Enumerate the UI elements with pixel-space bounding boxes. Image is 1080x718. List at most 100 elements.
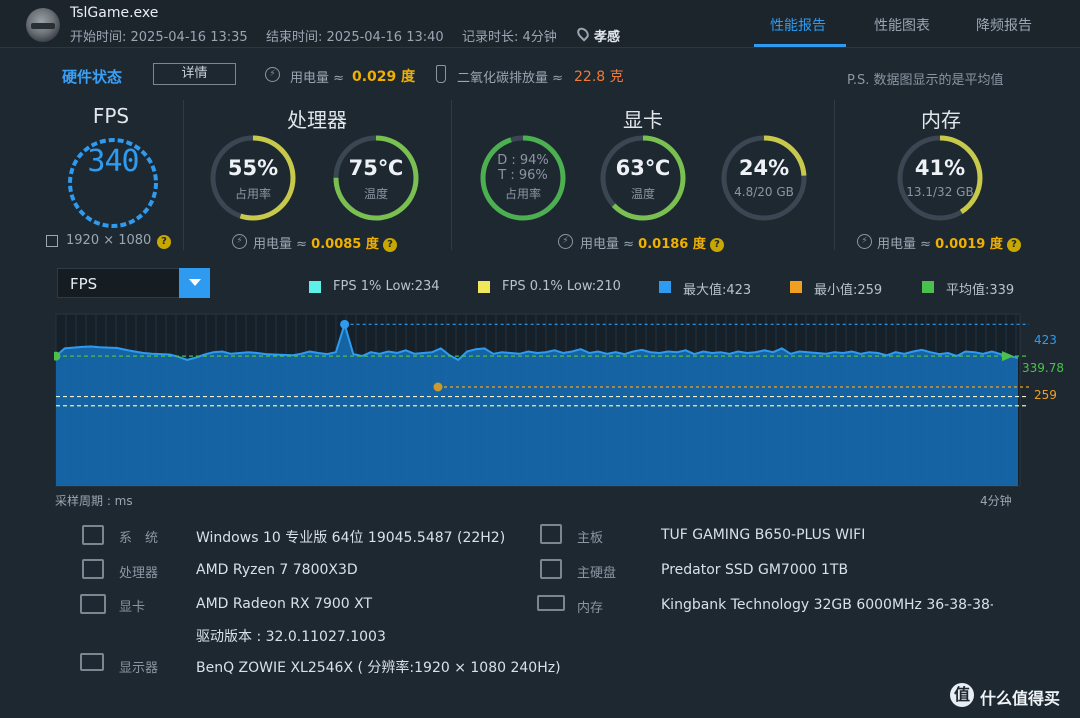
memory-usage-amount: 13.1/32 GB xyxy=(906,185,974,199)
tab-performance-charts[interactable]: 性能图表 xyxy=(874,15,930,35)
cpu-temp-label: 温度 xyxy=(363,187,388,201)
monitor-value: BenQ ZOWIE XL2546X ( 分辨率:1920 × 1080 240… xyxy=(196,660,561,676)
gpu-power-bolt-icon: ⚡ xyxy=(558,234,573,249)
legend-avg: 平均值:339 xyxy=(946,283,1015,298)
gpu-section-title: 显卡 xyxy=(623,108,663,132)
memory-section-title: 内存 xyxy=(921,108,961,132)
location-text: 孝感 xyxy=(594,30,621,45)
cpu-usage-value: 55% xyxy=(227,156,279,180)
help-icon[interactable]: ? xyxy=(1007,237,1022,252)
record-duration: 记录时长: 4分钟 xyxy=(462,30,557,45)
total-power-value: 0.029 度 xyxy=(352,69,416,85)
chevron-down-icon[interactable] xyxy=(179,268,210,298)
min-point xyxy=(433,382,443,392)
active-tab-indicator xyxy=(754,44,846,47)
app-window: TslGame.exe 开始时间: 2025-04-16 13:35 结束时间:… xyxy=(0,0,1080,718)
min-label: 259 xyxy=(1034,388,1057,402)
x-axis-right-label: 4分钟 xyxy=(980,494,1012,508)
avg-label: 339.78 xyxy=(1022,361,1064,375)
memory-value: Kingbank Technology 32GB 6000MHz 36-38-3… xyxy=(661,597,993,613)
resolution-text: 1920 × 1080 xyxy=(66,233,152,248)
gpu-vram-amount: 4.8/20 GB xyxy=(734,185,794,199)
max-label: 423 xyxy=(1034,333,1057,347)
motherboard-value: TUF GAMING B650-PLUS WIFI xyxy=(661,527,866,543)
resolution-icon xyxy=(46,235,58,247)
start-time: 开始时间: 2025-04-16 13:35 xyxy=(70,30,248,45)
help-icon[interactable]: ? xyxy=(383,237,398,252)
fps-section-title: FPS xyxy=(92,104,130,128)
system-label: 系 统 xyxy=(119,531,159,546)
gpu-d-usage: D : 94% xyxy=(497,153,549,168)
cpu-label: 处理器 xyxy=(119,566,159,581)
legend-01pct-low: FPS 0.1% Low:210 xyxy=(502,279,621,294)
fps-chart: 423 339.78 259 xyxy=(54,313,1064,487)
max-point xyxy=(340,319,350,329)
hardware-status-title: 硬件状态 xyxy=(62,68,123,86)
monitor-label: 显示器 xyxy=(119,661,159,676)
gpu-power-value: 0.0186 度 xyxy=(638,237,706,252)
gpu-card-icon xyxy=(80,594,106,614)
memory-power-bolt-icon: ⚡ xyxy=(857,234,872,249)
windows-icon xyxy=(82,525,104,545)
cpu-chip-icon xyxy=(82,559,104,579)
gpu-power-label: 用电量 ≈ xyxy=(580,237,635,252)
cpu-power-bolt-icon: ⚡ xyxy=(232,234,247,249)
disk-icon xyxy=(540,559,562,579)
cpu-usage-label: 占用率 xyxy=(234,187,271,201)
memory-usage-value: 41% xyxy=(914,156,966,180)
help-icon[interactable]: ? xyxy=(157,235,171,249)
watermark-text: 什么值得买 xyxy=(980,689,1061,708)
cpu-value: AMD Ryzen 7 7800X3D xyxy=(196,562,358,578)
legend-swatch-1pct-low xyxy=(309,281,321,293)
memory-power-value: 0.0019 度 xyxy=(935,237,1003,252)
help-icon[interactable]: ? xyxy=(710,237,725,252)
cpu-power-value: 0.0085 度 xyxy=(311,237,379,252)
legend-swatch-avg xyxy=(922,281,934,293)
legend-swatch-01pct-low xyxy=(478,281,490,293)
section-divider xyxy=(451,100,452,250)
section-divider xyxy=(183,100,184,250)
memory-power-line: 用电量 ≈ 0.0019 度 ? xyxy=(877,233,1022,252)
power-bolt-icon: ⚡ xyxy=(265,67,280,82)
watermark-logo: 值 xyxy=(950,683,974,707)
system-value: Windows 10 专业版 64位 19045.5487 (22H2) xyxy=(196,530,506,546)
motherboard-label: 主板 xyxy=(577,531,604,546)
metric-select-value: FPS xyxy=(70,275,98,293)
cpu-temp-value: 75℃ xyxy=(348,156,404,180)
legend-1pct-low: FPS 1% Low:234 xyxy=(333,279,440,294)
gpu-usage-label: 占用率 xyxy=(504,187,541,201)
legend-max: 最大值:423 xyxy=(683,283,752,298)
cpu-power-label: 用电量 ≈ xyxy=(253,237,308,252)
gpu-value: AMD Radeon RX 7900 XT xyxy=(196,596,373,612)
gpu-temp-label: 温度 xyxy=(630,187,655,201)
section-divider xyxy=(834,100,835,250)
gpu-temp-value: 63℃ xyxy=(615,156,671,180)
memory-power-label: 用电量 ≈ xyxy=(877,237,932,252)
end-time: 结束时间: 2025-04-16 13:40 xyxy=(266,30,444,45)
tab-performance-report[interactable]: 性能报告 xyxy=(770,15,826,35)
cpu-power-line: 用电量 ≈ 0.0085 度 ? xyxy=(253,233,398,252)
details-button[interactable]: 详情 xyxy=(153,63,236,85)
game-helmet-icon xyxy=(26,8,60,42)
legend-swatch-min xyxy=(790,281,802,293)
driver-version: 驱动版本 : 32.0.11027.1003 xyxy=(196,629,386,645)
co2-bottle-icon xyxy=(436,65,446,83)
app-title: TslGame.exe xyxy=(70,5,159,21)
cpu-section-title: 处理器 xyxy=(287,108,347,132)
co2-label: 二氧化碳排放量 ≈ xyxy=(457,71,564,86)
legend-swatch-max xyxy=(659,281,671,293)
gpu-vram-value: 24% xyxy=(738,156,790,180)
legend-min: 最小值:259 xyxy=(814,283,883,298)
disk-label: 主硬盘 xyxy=(577,566,617,581)
x-axis-left-label: 采样周期 : ms xyxy=(55,494,133,508)
disk-value: Predator SSD GM7000 1TB xyxy=(661,562,849,578)
total-power-label: 用电量 ≈ xyxy=(290,71,345,86)
fps-value: 340 xyxy=(87,144,139,179)
monitor-icon xyxy=(80,653,104,671)
co2-value: 22.8 克 xyxy=(574,69,624,85)
tab-throttle-report[interactable]: 降频报告 xyxy=(976,15,1032,35)
gpu-power-line: 用电量 ≈ 0.0186 度 ? xyxy=(580,233,725,252)
gpu-label: 显卡 xyxy=(119,600,146,615)
ram-icon xyxy=(537,595,565,611)
memory-label: 内存 xyxy=(577,601,604,616)
